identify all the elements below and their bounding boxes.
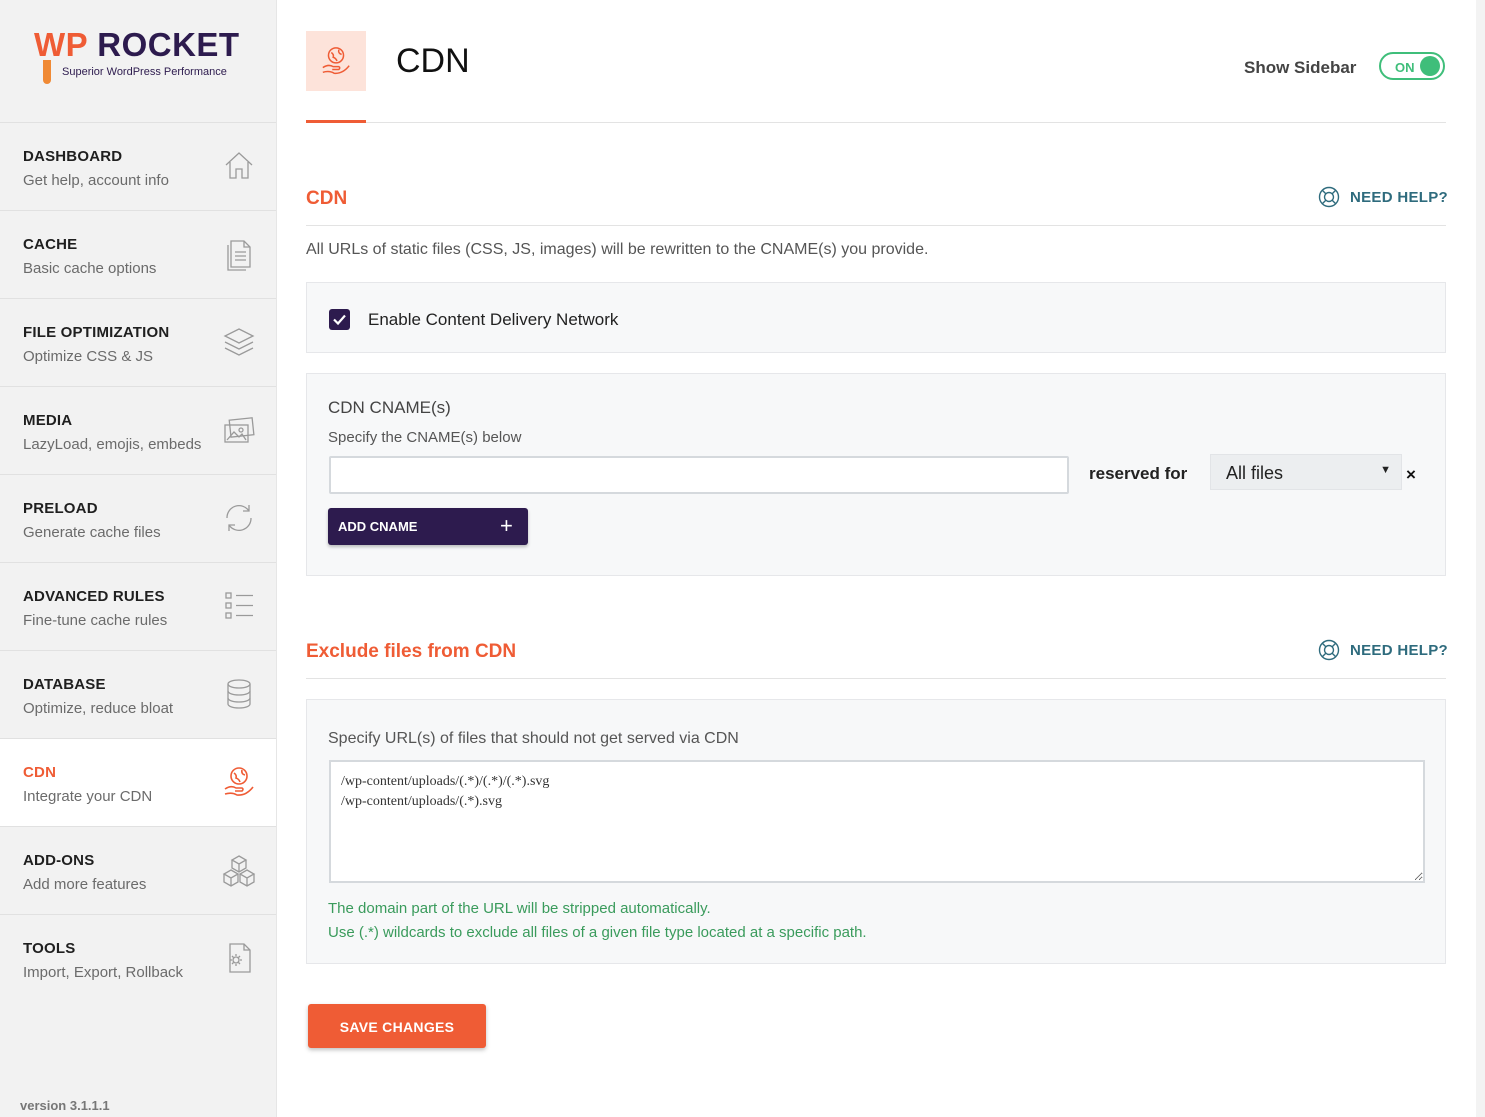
sidebar-item-title: DASHBOARD	[23, 148, 123, 165]
sidebar-item-title: DATABASE	[23, 676, 106, 693]
sidebar-item-cdn[interactable]: CDN Integrate your CDN	[0, 738, 276, 826]
sidebar-item-title: CDN	[23, 764, 57, 781]
cname-input[interactable]	[329, 456, 1069, 494]
sidebar-item-media[interactable]: MEDIA LazyLoad, emojis, embeds	[0, 386, 276, 474]
images-icon	[222, 413, 256, 447]
sidebar-item-title: MEDIA	[23, 412, 73, 429]
cname-panel: CDN CNAME(s) Specify the CNAME(s) below …	[306, 373, 1446, 576]
checklist-icon	[222, 589, 256, 623]
add-cname-button[interactable]: ADD CNAME +	[328, 508, 528, 545]
lifebuoy-icon	[1318, 186, 1340, 208]
header-accent-underline	[306, 120, 366, 123]
sidebar-item-title: ADD-ONS	[23, 852, 95, 869]
add-cname-label: ADD CNAME	[338, 519, 418, 534]
refresh-icon	[222, 501, 256, 535]
exclude-field-label: Specify URL(s) of files that should not …	[328, 730, 739, 747]
gear-file-icon	[222, 941, 256, 975]
show-sidebar-toggle[interactable]: ON	[1379, 52, 1445, 80]
exclude-help-note: Use (.*) wildcards to exclude all files …	[328, 924, 867, 941]
enable-cdn-panel: Enable Content Delivery Network	[306, 282, 1446, 353]
logo-wordmark: WP ROCKET	[34, 26, 240, 64]
exclude-panel: Specify URL(s) of files that should not …	[306, 699, 1446, 964]
home-icon	[222, 149, 256, 183]
sidebar-item-subtitle: Generate cache files	[23, 524, 161, 541]
version-label: version 3.1.1.1	[20, 1098, 110, 1113]
sidebar-nav: DASHBOARD Get help, account info CACHE B…	[0, 122, 276, 1002]
sidebar-item-title: FILE OPTIMIZATION	[23, 324, 170, 341]
sidebar-item-title: CACHE	[23, 236, 78, 253]
sidebar-item-subtitle: Fine-tune cache rules	[23, 612, 168, 629]
checkmark-icon	[333, 314, 346, 326]
remove-cname-button[interactable]: ×	[1406, 465, 1416, 485]
sidebar-item-file-optimization[interactable]: FILE OPTIMIZATION Optimize CSS & JS	[0, 298, 276, 386]
enable-cdn-label: Enable Content Delivery Network	[368, 310, 619, 329]
reserved-for-value: All files	[1226, 463, 1284, 483]
cdn-globe-hand-icon	[322, 47, 350, 75]
cdn-description: All URLs of static files (CSS, JS, image…	[306, 241, 929, 258]
logo-rocket: ROCKET	[97, 26, 240, 63]
caret-down-icon: ▼	[1380, 464, 1391, 476]
sidebar-item-subtitle: Add more features	[23, 876, 147, 893]
enable-cdn-checkbox[interactable]	[329, 309, 350, 330]
sidebar-item-title: PRELOAD	[23, 500, 98, 517]
save-changes-button[interactable]: SAVE CHANGES	[308, 1004, 486, 1048]
sidebar-item-advanced-rules[interactable]: ADVANCED RULES Fine-tune cache rules	[0, 562, 276, 650]
need-help-label: NEED HELP?	[1350, 642, 1449, 659]
sidebar-item-subtitle: Optimize, reduce bloat	[23, 700, 174, 717]
layers-icon	[222, 325, 256, 359]
sidebar-item-subtitle: Basic cache options	[23, 260, 157, 277]
sidebar-item-preload[interactable]: PRELOAD Generate cache files	[0, 474, 276, 562]
need-help-label: NEED HELP?	[1350, 189, 1449, 206]
database-icon	[222, 677, 256, 711]
sidebar-item-subtitle: Integrate your CDN	[23, 788, 153, 805]
sidebar-item-dashboard[interactable]: DASHBOARD Get help, account info	[0, 122, 276, 210]
sidebar-item-subtitle: Import, Export, Rollback	[23, 964, 184, 981]
cdn-section-title: CDN	[306, 188, 348, 209]
exclude-section-divider	[306, 678, 1446, 679]
sidebar-item-add-ons[interactable]: ADD-ONS Add more features	[0, 826, 276, 914]
sidebar-item-cache[interactable]: CACHE Basic cache options	[0, 210, 276, 298]
header-divider	[306, 122, 1446, 123]
lifebuoy-icon	[1318, 639, 1340, 661]
wp-rocket-logo[interactable]: WP ROCKET Superior WordPress Performance	[34, 26, 244, 90]
rocket-flame-icon	[43, 60, 51, 84]
reserved-for-select[interactable]: All files ▼	[1210, 454, 1402, 490]
toggle-knob	[1420, 56, 1440, 76]
sidebar-item-tools[interactable]: TOOLS Import, Export, Rollback	[0, 914, 276, 1002]
sidebar: WP ROCKET Superior WordPress Performance…	[0, 0, 277, 1117]
save-changes-label: SAVE CHANGES	[339, 1019, 455, 1035]
sidebar-item-title: TOOLS	[23, 940, 76, 957]
exclude-help-note: The domain part of the URL will be strip…	[328, 900, 711, 917]
sidebar-item-subtitle: LazyLoad, emojis, embeds	[23, 436, 202, 453]
toggle-state-label: ON	[1395, 60, 1415, 75]
page-icon	[306, 31, 366, 91]
sidebar-item-database[interactable]: DATABASE Optimize, reduce bloat	[0, 650, 276, 738]
show-sidebar-label: Show Sidebar	[1244, 58, 1357, 77]
file-icon	[222, 237, 256, 271]
exclude-files-textarea[interactable]: /wp-content/uploads/(.*)/(.*)/(.*).svg /…	[329, 760, 1425, 883]
cubes-icon	[222, 853, 256, 887]
cname-subtitle: Specify the CNAME(s) below	[328, 429, 522, 446]
cname-title: CDN CNAME(s)	[328, 398, 451, 417]
cdn-section-divider	[306, 225, 1446, 226]
logo-wp: WP	[34, 26, 88, 63]
sidebar-item-title: ADVANCED RULES	[23, 588, 165, 605]
sidebar-item-subtitle: Optimize CSS & JS	[23, 348, 154, 365]
cdn-globe-hand-icon	[222, 765, 256, 799]
reserved-for-label: reserved for	[1089, 464, 1188, 483]
sidebar-item-subtitle: Get help, account info	[23, 172, 169, 189]
page-title: CDN	[396, 42, 470, 80]
scrollbar-track[interactable]	[1476, 0, 1485, 1117]
plus-icon: +	[500, 513, 513, 538]
exclude-section-title: Exclude files from CDN	[306, 641, 517, 662]
logo-tagline: Superior WordPress Performance	[62, 66, 227, 78]
